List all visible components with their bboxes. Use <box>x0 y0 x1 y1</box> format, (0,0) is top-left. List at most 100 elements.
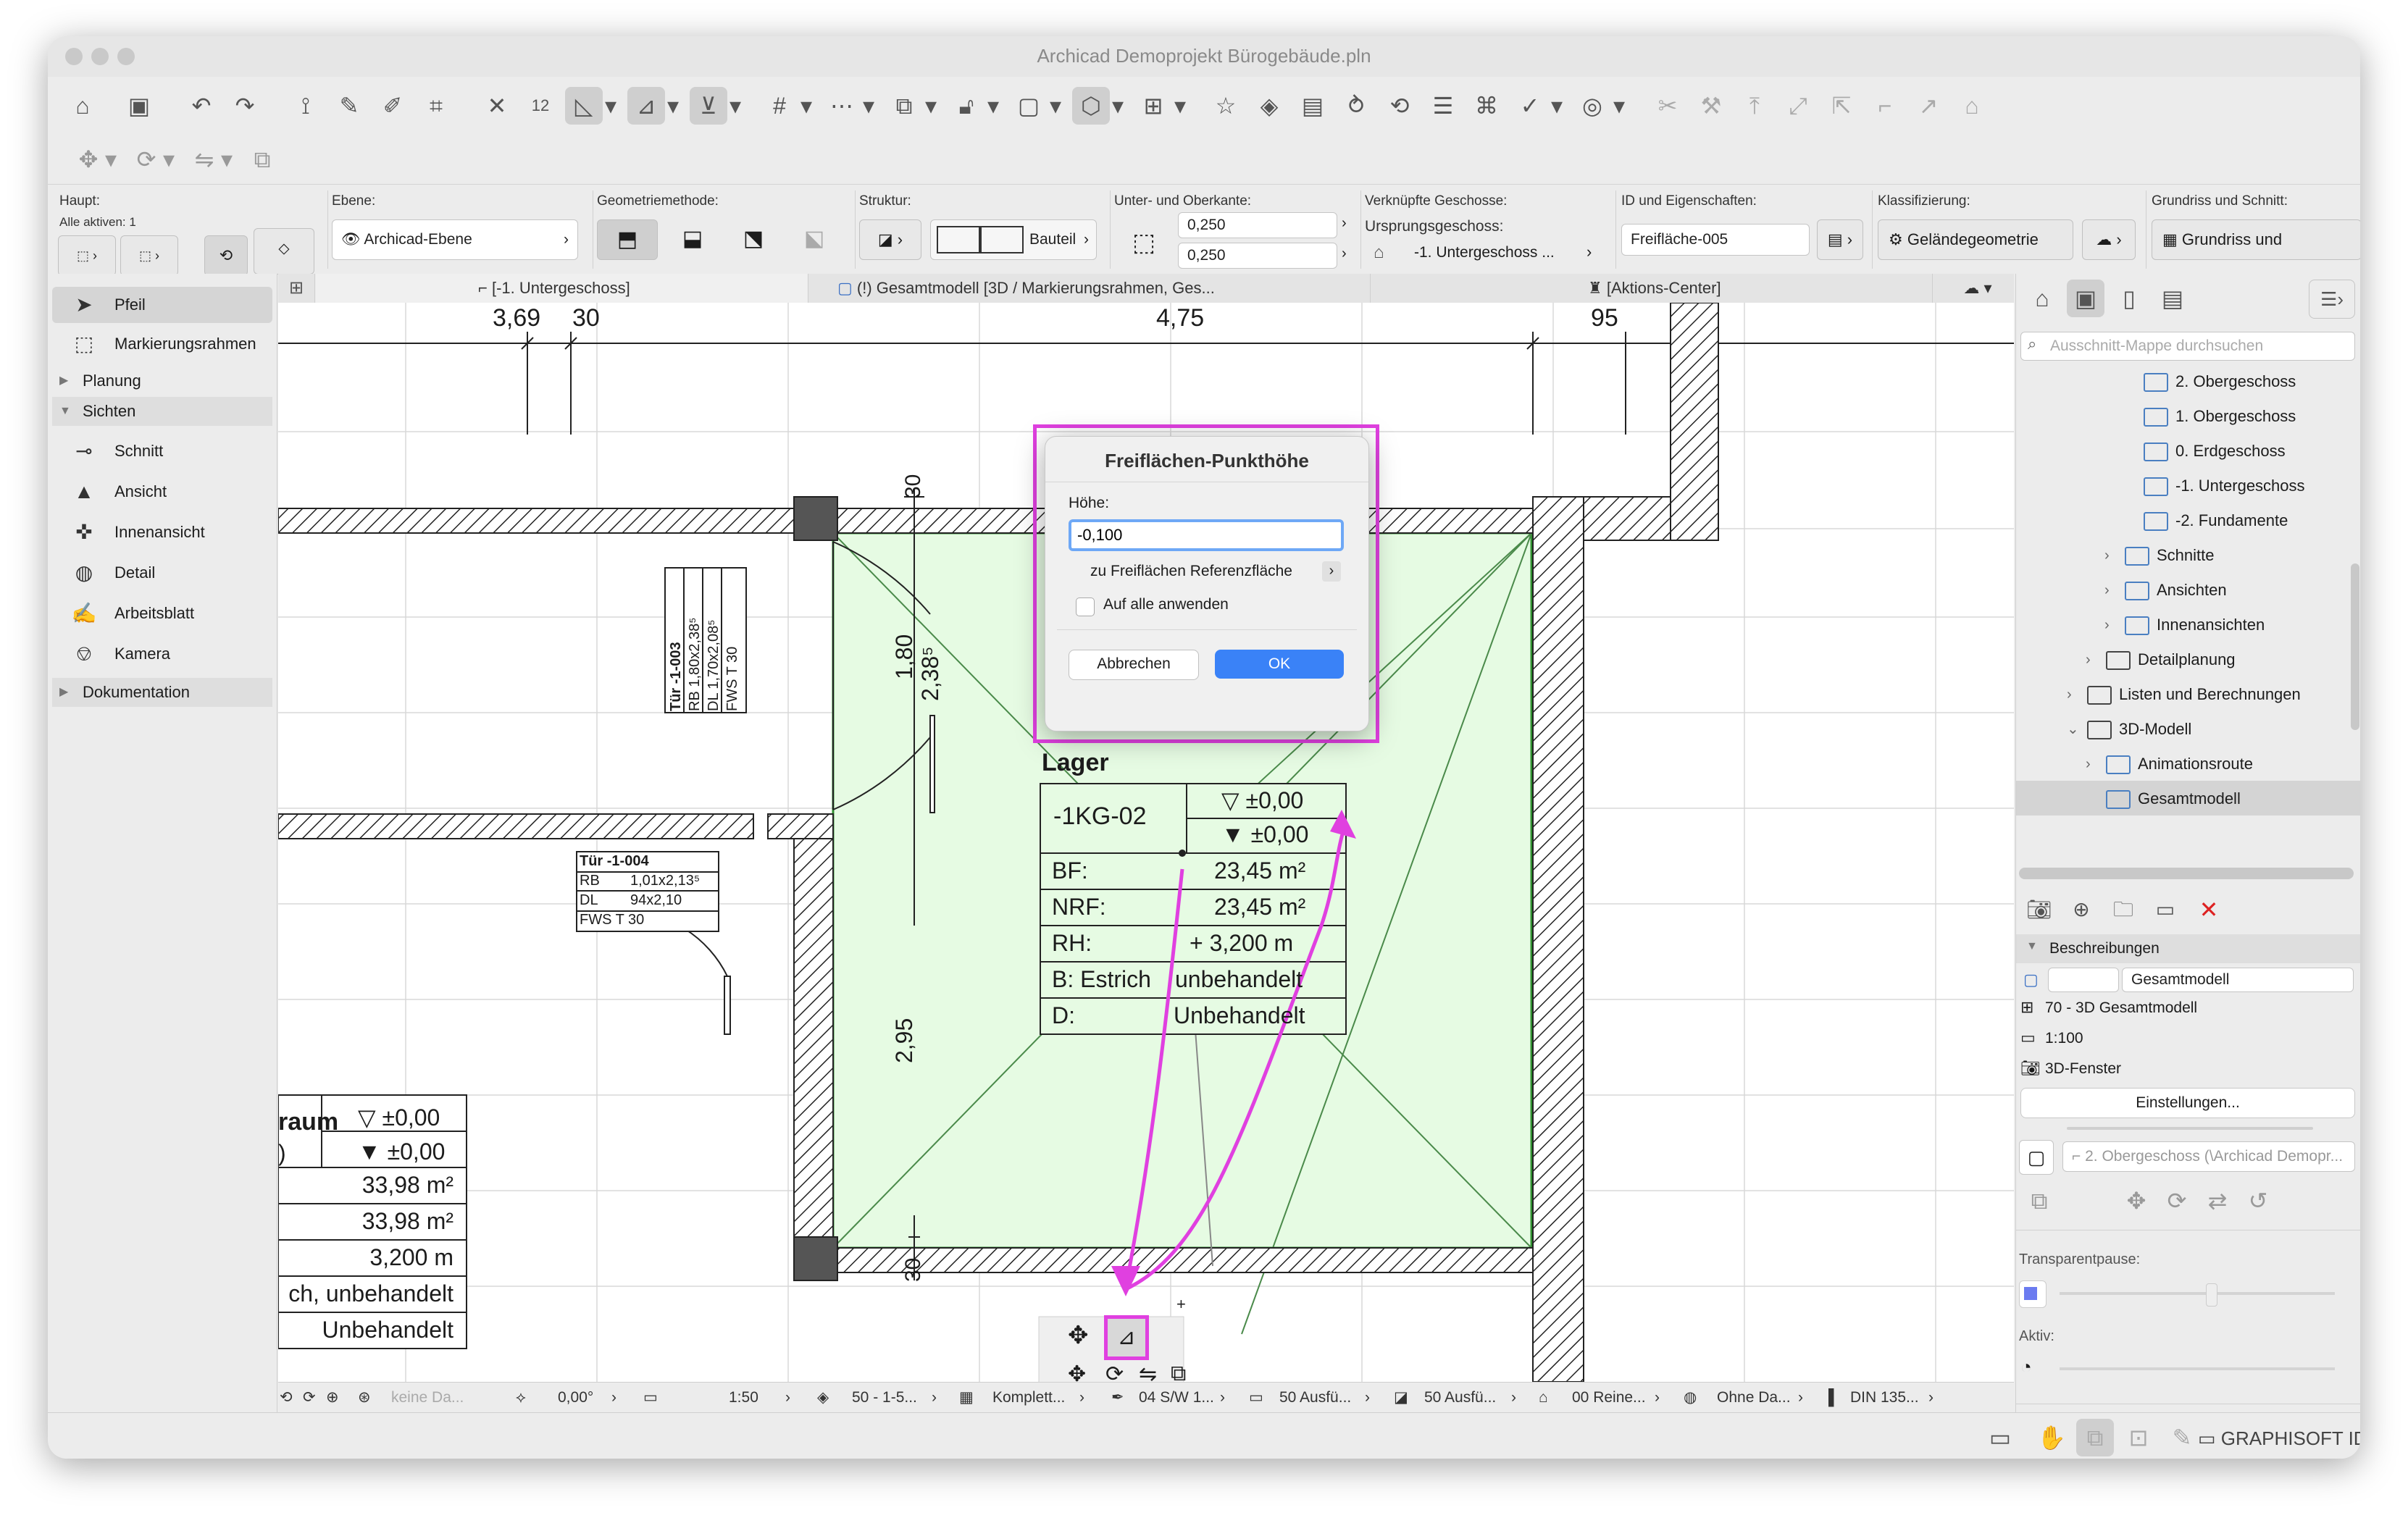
properties-list-icon[interactable]: ☰ <box>1424 87 1462 125</box>
apply-all-checkbox[interactable] <box>1076 597 1095 616</box>
structure-display[interactable]: Ohne Da... <box>1717 1383 1791 1413</box>
inject-icon[interactable]: ✐ <box>374 87 411 125</box>
grid-snap-icon[interactable]: # <box>761 87 798 125</box>
redo-icon[interactable]: ↷ <box>226 87 264 125</box>
curve-icon[interactable]: ↗ <box>1910 87 1947 125</box>
lock-icon[interactable]: 🔓︎ <box>948 87 985 125</box>
stretch-icon[interactable]: ⇱ <box>1823 87 1860 125</box>
tool-kamera[interactable]: ⎊ Kamera <box>52 636 272 672</box>
grab-icon[interactable]: ✋ <box>2033 1419 2070 1456</box>
tab-aktions-center[interactable]: ♜ [Aktions-Center] <box>1371 274 1933 303</box>
chevron-right-icon[interactable]: › <box>1079 1383 1084 1413</box>
tree-item[interactable]: -1. Untergeschoss <box>2144 469 2305 503</box>
chevron-down-icon[interactable]: ▾ <box>603 87 619 125</box>
tool-arbeitsblatt[interactable]: ✍ Arbeitsblatt <box>52 595 272 632</box>
split-icon[interactable]: ✂ <box>1649 87 1686 125</box>
chevron-down-icon[interactable]: ▾ <box>219 141 235 178</box>
undo-icon[interactable]: ↶ <box>183 87 220 125</box>
chevron-down-icon[interactable]: ▾ <box>161 141 177 178</box>
selection-set-button[interactable]: ⬚ › <box>58 235 116 276</box>
window-layout-icon[interactable]: ▭ <box>1983 1419 2017 1456</box>
graphisoft-id[interactable]: ▭ GRAPHISOFT ID <box>2198 1427 2360 1450</box>
geometry-method-solid-icon[interactable]: ⬒ <box>597 219 658 260</box>
element-id-input[interactable]: Freifläche-005 <box>1621 224 1810 256</box>
teamwork-icon[interactable]: ⟲ <box>1381 87 1418 125</box>
classification-select[interactable]: ⚙︎ Geländegeometrie <box>1878 219 2073 260</box>
tree-item[interactable]: › Animationsroute <box>2086 747 2253 781</box>
tab-gesamtmodell[interactable]: ▢ (!) Gesamtmodell [3D / Markierungsrahm… <box>808 274 1371 303</box>
save-icon[interactable]: ▣ <box>120 87 158 125</box>
chevron-right-icon[interactable]: › <box>785 1383 790 1413</box>
tool-detail[interactable]: ◍ Detail <box>52 555 272 591</box>
trace-reference-icon[interactable]: ⧉ <box>2020 1182 2058 1220</box>
rotate-icon[interactable]: ⟳ <box>2158 1182 2196 1220</box>
tab-overview-icon[interactable]: ⊞ <box>278 274 315 303</box>
graphic-override[interactable]: 50 Ausfü... <box>1424 1383 1496 1413</box>
navigator-link-icon[interactable]: ⥁ <box>1337 87 1375 125</box>
tree-item[interactable]: 1. Obergeschoss <box>2144 400 2296 433</box>
new-clone-icon[interactable]: ⊕ <box>2062 891 2100 928</box>
dimension-icon[interactable]: 12 <box>522 87 559 125</box>
tool-arrow[interactable]: ➤ Pfeil <box>52 287 272 323</box>
home-story-select[interactable]: -1. Untergeschoss ... <box>1414 244 1555 261</box>
fillet-icon[interactable]: ⌐ <box>1866 87 1904 125</box>
tab-untergeschoss[interactable]: ⌐ [-1. Untergeschoss] <box>316 274 808 303</box>
top-elevation-input[interactable]: 0,250 <box>1178 243 1337 269</box>
vertical-scrollbar[interactable] <box>2351 563 2359 730</box>
angle-value[interactable]: 0,00° <box>558 1383 593 1413</box>
view-settings-icon[interactable]: ▭ <box>2146 891 2184 928</box>
view-map-icon[interactable]: ▣ <box>2067 280 2104 317</box>
chevron-down-icon[interactable]: ▾ <box>798 87 814 125</box>
chevron-down-icon[interactable]: ▾ <box>985 87 1001 125</box>
group-dokumentation[interactable]: ▶ Dokumentation <box>52 678 272 707</box>
structure-type-button[interactable]: ◪ › <box>859 219 921 260</box>
slider-thumb[interactable] <box>2206 1283 2217 1307</box>
chevron-down-icon[interactable]: ▾ <box>103 141 119 178</box>
new-view-icon[interactable]: 📷︎ <box>2020 891 2058 928</box>
parameter-transfer-icon[interactable]: ⌗ <box>417 87 455 125</box>
tree-item[interactable]: ⌄ 3D-Modell <box>2067 713 2191 746</box>
linked-view-select[interactable]: ⌐ 2. Obergeschoss (\Archicad Demopr... <box>2062 1141 2355 1172</box>
chevron-right-icon[interactable]: › <box>1928 1383 1933 1413</box>
layer-combination[interactable]: 50 - 1-5... <box>852 1383 917 1413</box>
guide-icon[interactable]: ✕ <box>478 87 516 125</box>
adjust-icon[interactable]: ⚒ <box>1692 87 1730 125</box>
tree-item[interactable]: › Ansichten <box>2104 574 2227 607</box>
elevate-icon[interactable]: ⤒ <box>1736 87 1773 125</box>
resize-icon[interactable]: ⤢ <box>1779 87 1817 125</box>
zoom-status[interactable]: keine Da... <box>391 1383 464 1413</box>
project-map-icon[interactable]: ⌂ <box>2023 280 2061 317</box>
chevron-right-icon[interactable]: › <box>1798 1383 1803 1413</box>
publisher-icon[interactable]: ▤ <box>2154 280 2191 317</box>
group-sichten[interactable]: ▼ Sichten <box>52 397 272 426</box>
renovation-filter[interactable]: 00 Reine... <box>1572 1383 1646 1413</box>
transparency-slider[interactable] <box>2060 1292 2335 1295</box>
tree-item[interactable]: › Detailplanung <box>2086 643 2236 676</box>
view-name-input[interactable]: Gesamtmodell <box>2122 968 2354 992</box>
relative-construction-icon[interactable]: ⟲ <box>204 235 248 276</box>
favorites-star-icon[interactable]: ☆ <box>1207 87 1245 125</box>
chevron-down-icon[interactable]: ▾ <box>665 87 681 125</box>
chevron-right-icon[interactable]: › <box>1511 1383 1516 1413</box>
pet-drag-copy-icon[interactable]: ⧉ <box>1171 1362 1186 1382</box>
move-icon[interactable]: ✥ <box>2118 1182 2155 1220</box>
height-input[interactable] <box>1069 519 1344 551</box>
suspend-groups-icon[interactable]: ⧉ <box>885 87 923 125</box>
tree-item[interactable]: -2. Fundamente <box>2144 504 2288 537</box>
tool-schnitt[interactable]: ⊸ Schnitt <box>52 433 272 469</box>
multiply-icon[interactable]: ⧉ <box>243 141 281 178</box>
chevron-down-icon[interactable]: ▾ <box>1611 87 1627 125</box>
construction-grid-icon[interactable]: ⋯ <box>823 87 861 125</box>
layout-book-icon[interactable]: ▯ <box>2110 280 2148 317</box>
dimension-standard-din[interactable]: DIN 135... <box>1850 1383 1919 1413</box>
tool-innenansicht[interactable]: ✜ Innenansicht <box>52 514 272 550</box>
tree-item[interactable]: › Schnitte <box>2104 539 2215 572</box>
geometry-method-ridges-icon[interactable]: ⬕ <box>785 219 843 260</box>
tool-marquee[interactable]: ⬚ Markierungsrahmen <box>52 326 272 362</box>
trace-icon[interactable]: ⊡ <box>2120 1419 2157 1456</box>
chevron-right-icon[interactable]: › <box>1342 246 1347 262</box>
structure-select[interactable]: Bauteil › <box>930 219 1097 260</box>
chevron-down-icon[interactable]: ▾ <box>1549 87 1565 125</box>
move-icon[interactable]: ✥ <box>70 141 107 178</box>
chevron-right-icon[interactable]: › <box>932 1383 937 1413</box>
